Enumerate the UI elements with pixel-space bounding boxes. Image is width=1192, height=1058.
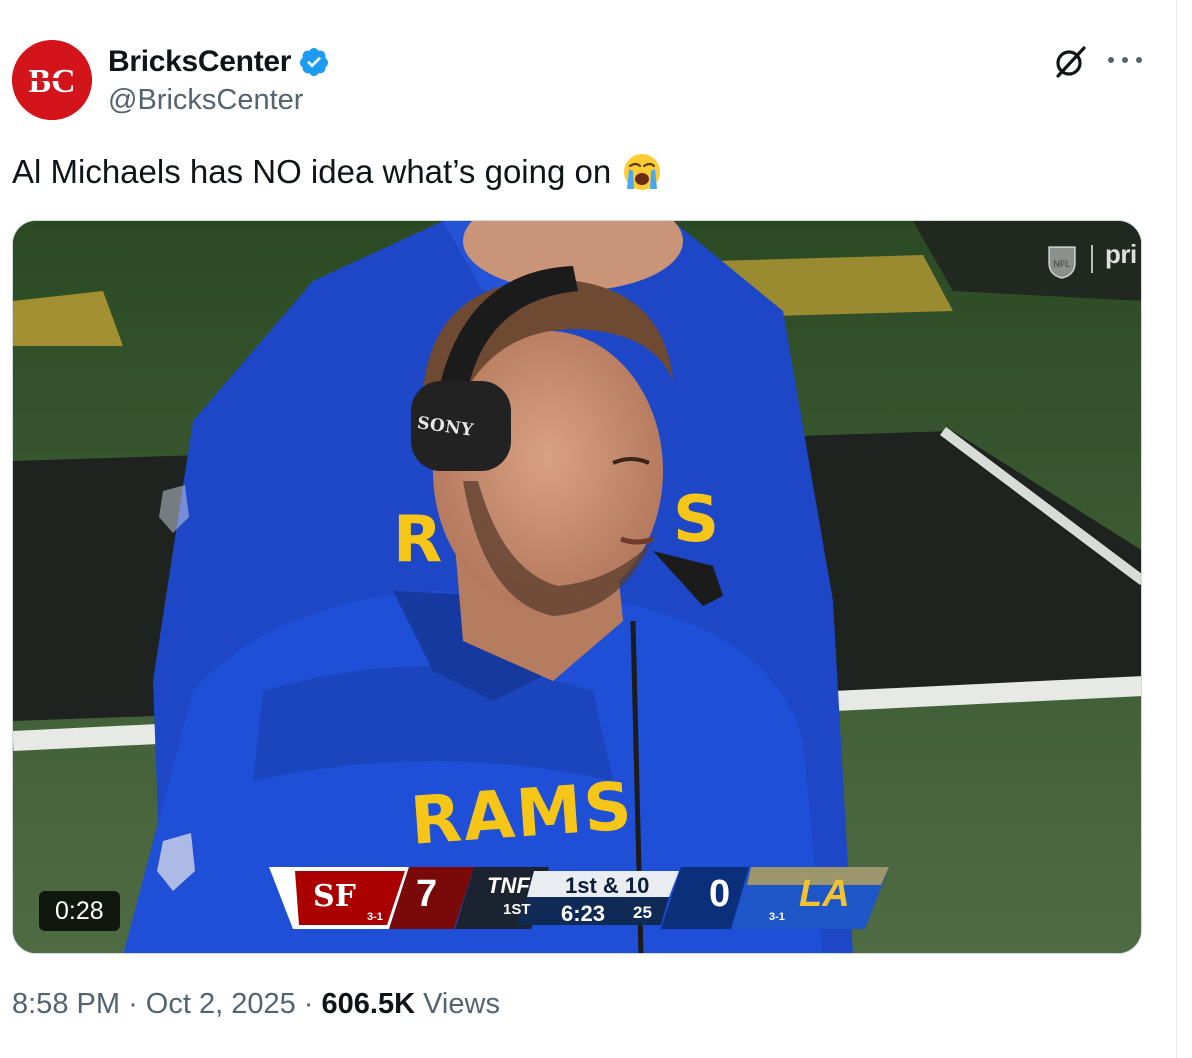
hoodie-rams-text: RAMS (408, 767, 636, 860)
home-record: 3-1 (769, 911, 785, 923)
away-record: 3-1 (367, 911, 383, 923)
views-count: 606.5K (321, 988, 416, 1020)
author-avatar[interactable]: BC (12, 40, 92, 120)
author-handle[interactable]: @BricksCenter (108, 84, 303, 117)
grok-icon[interactable] (1052, 44, 1088, 80)
game-clock: 6:23 (561, 901, 606, 926)
timeline-divider (1176, 0, 1177, 1058)
meta-separator: · (128, 988, 138, 1020)
tweet-time[interactable]: 8:58 PM (12, 988, 120, 1020)
away-team-logo: SF (313, 879, 356, 914)
video-player[interactable]: R S SONY RAMS NFL pri SF 3-1 7 TNF 1ST 1… (12, 220, 1142, 954)
verified-badge-icon[interactable] (298, 46, 330, 78)
network-label: TNF (487, 873, 530, 898)
tweet-text-row: Al Michaels has NO idea what’s going on (12, 150, 663, 194)
home-team-logo: LA (799, 873, 850, 915)
network-watermark: pri (1105, 239, 1137, 269)
author-name-row: BricksCenter (108, 42, 330, 82)
svg-text:NFL: NFL (1053, 259, 1071, 269)
play-clock: 25 (633, 903, 652, 922)
quarter-label: 1ST (503, 901, 531, 918)
home-score: 0 (709, 873, 731, 915)
nfl-shield-icon: NFL (1048, 246, 1076, 279)
tweet-date[interactable]: Oct 2, 2025 (146, 988, 296, 1020)
more-options-icon[interactable] (1108, 50, 1142, 70)
author-display-name[interactable]: BricksCenter (108, 45, 291, 79)
tweet-metadata: 8:58 PM · Oct 2, 2025 · 606.5K Views (12, 988, 500, 1021)
video-duration-badge: 0:28 (39, 891, 120, 931)
loudly-crying-face-emoji (624, 154, 661, 190)
views-label: Views (423, 988, 500, 1020)
away-score: 7 (416, 873, 438, 915)
svg-text:S: S (673, 483, 719, 557)
meta-separator: · (303, 988, 314, 1020)
avatar-monogram: BC (28, 63, 75, 100)
down-distance: 1st & 10 (565, 873, 650, 898)
watermark-separator (1091, 245, 1093, 273)
scorebug: SF 3-1 7 TNF 1ST 1st & 10 6:23 25 0 LA 3… (269, 867, 889, 929)
svg-text:R: R (393, 503, 442, 577)
tweet-text: Al Michaels has NO idea what’s going on (12, 153, 612, 190)
